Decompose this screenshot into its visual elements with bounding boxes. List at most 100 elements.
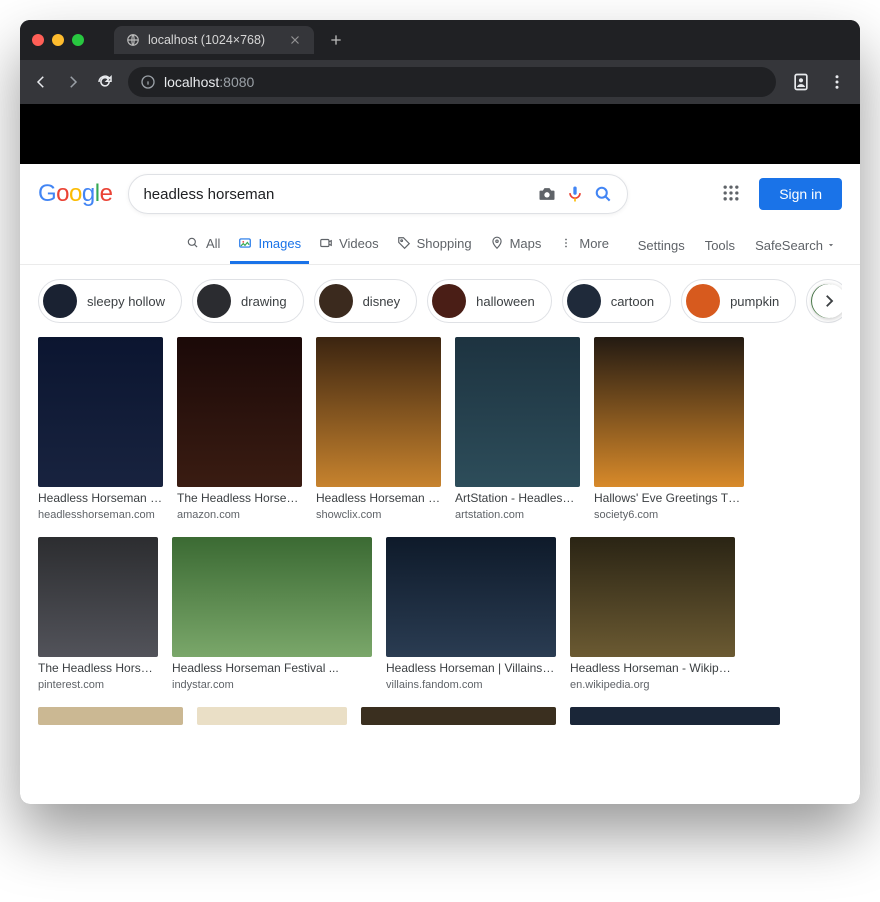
sign-in-button[interactable]: Sign in [759,178,842,210]
related-chip[interactable]: disney [314,279,418,323]
voice-search-icon[interactable] [565,184,585,204]
related-chip[interactable]: sleepy hollow [38,279,182,323]
image-result[interactable]: Headless Horseman with H... showclix.com [316,337,441,521]
address-bar[interactable]: localhost:8080 [128,67,776,97]
more-dots-icon [559,236,574,251]
tab-close-button[interactable] [288,33,302,47]
browser-menu-button[interactable] [826,71,848,93]
result-thumb [386,537,556,657]
image-result[interactable]: ArtStation - Headless hors... artstation.… [455,337,580,521]
tab-all[interactable]: All [178,226,228,264]
image-result[interactable]: Headless Horseman | Villains Wiki ... vil… [386,537,556,691]
chip-thumb [567,284,601,318]
chip-thumb [686,284,720,318]
search-small-icon [186,236,201,251]
result-title: Headless Horseman Festival ... [172,661,372,675]
result-thumb [172,537,372,657]
page-content: Google Sign in [20,164,860,804]
image-result[interactable]: The Headless Horseman o...amazon.com [177,337,302,521]
page-letterbox [20,104,860,164]
settings-link[interactable]: Settings [638,238,685,253]
search-tabs: All Images Videos Shopping Maps More [38,226,842,264]
shopping-tag-icon [397,236,412,251]
chevron-down-icon [826,238,836,253]
google-logo[interactable]: Google [38,180,112,208]
images-icon [238,236,253,251]
tab-videos[interactable]: Videos [311,226,387,264]
browser-tab[interactable]: localhost (1024×768) [114,26,314,54]
maximize-window-button[interactable] [72,34,84,46]
window-tabstrip: localhost (1024×768) [20,20,860,60]
image-result[interactable]: Headless Horseman - Wikipedia en.wikipedi… [570,537,735,691]
google-apps-icon[interactable] [721,183,743,205]
related-chip[interactable]: halloween [427,279,552,323]
results-row-3-partial [38,707,842,725]
search-box[interactable] [128,174,628,214]
result-title: Headless Horseman | Villains Wiki ... [386,661,556,675]
image-result[interactable]: Hallows' Eve Greetings Throw Blank... soc… [594,337,744,521]
result-title: Headless Horseman - Wikipedia [570,661,735,675]
result-domain: headlesshorseman.com [38,509,163,521]
search-header: Google Sign in [38,174,842,214]
browser-window: localhost (1024×768) localhost:8080 [20,20,860,804]
related-chip[interactable]: drawing [192,279,304,323]
search-input[interactable] [143,186,529,203]
globe-icon [126,33,140,47]
tab-images[interactable]: Images [230,226,309,264]
account-icon[interactable] [790,71,812,93]
chips-scroll-right-button[interactable] [812,284,842,318]
result-thumb [316,337,441,487]
image-result[interactable]: Headless Horseman Festival ... indystar.c… [172,537,372,691]
chip-thumb [432,284,466,318]
result-title: The Headless Horseman o... [177,491,302,505]
result-thumb [594,337,744,487]
result-title: Headless Horseman with H... [316,491,441,505]
related-chips: sleepy hollow drawing disney halloween carto… [38,265,842,337]
browser-toolbar: localhost:8080 [20,60,860,104]
result-domain: artstation.com [455,509,580,521]
image-result[interactable]: The Headless Horsema...pinterest.com [38,537,158,691]
close-window-button[interactable] [32,34,44,46]
camera-search-icon[interactable] [537,184,557,204]
chip-label: cartoon [611,294,654,309]
result-thumb [177,337,302,487]
chip-label: drawing [241,294,287,309]
back-button[interactable] [32,73,50,91]
result-thumb [38,337,163,487]
tab-shopping[interactable]: Shopping [389,226,480,264]
result-domain: society6.com [594,509,744,521]
result-domain: indystar.com [172,679,372,691]
minimize-window-button[interactable] [52,34,64,46]
tab-maps[interactable]: Maps [482,226,550,264]
videos-icon [319,236,334,251]
site-info-icon[interactable] [140,74,156,90]
result-thumb [455,337,580,487]
result-title: Hallows' Eve Greetings Throw Blank... [594,491,744,505]
forward-button[interactable] [64,73,82,91]
result-title: The Headless Horsema... [38,661,158,675]
safesearch-dropdown[interactable]: SafeSearch [755,238,836,253]
chip-thumb [319,284,353,318]
maps-pin-icon [490,236,505,251]
url-host: localhost:8080 [164,74,254,90]
results-row-1: Headless Horseman Hayri... headlesshorsem… [38,337,842,521]
result-domain: showclix.com [316,509,441,521]
tab-more[interactable]: More [551,226,617,264]
chip-thumb [43,284,77,318]
result-domain: en.wikipedia.org [570,679,735,691]
result-title: ArtStation - Headless hors... [455,491,580,505]
result-domain: villains.fandom.com [386,679,556,691]
related-chip[interactable]: cartoon [562,279,671,323]
result-thumb [38,537,158,657]
related-chip[interactable]: pumpkin [681,279,796,323]
chip-label: pumpkin [730,294,779,309]
results-row-2: The Headless Horsema...pinterest.comHead… [38,537,842,691]
result-title: Headless Horseman Hayri... [38,491,163,505]
chip-label: halloween [476,294,535,309]
new-tab-button[interactable] [324,28,348,52]
chip-label: sleepy hollow [87,294,165,309]
search-icon[interactable] [593,184,613,204]
reload-button[interactable] [96,73,114,91]
image-result[interactable]: Headless Horseman Hayri... headlesshorsem… [38,337,163,521]
tools-link[interactable]: Tools [705,238,735,253]
